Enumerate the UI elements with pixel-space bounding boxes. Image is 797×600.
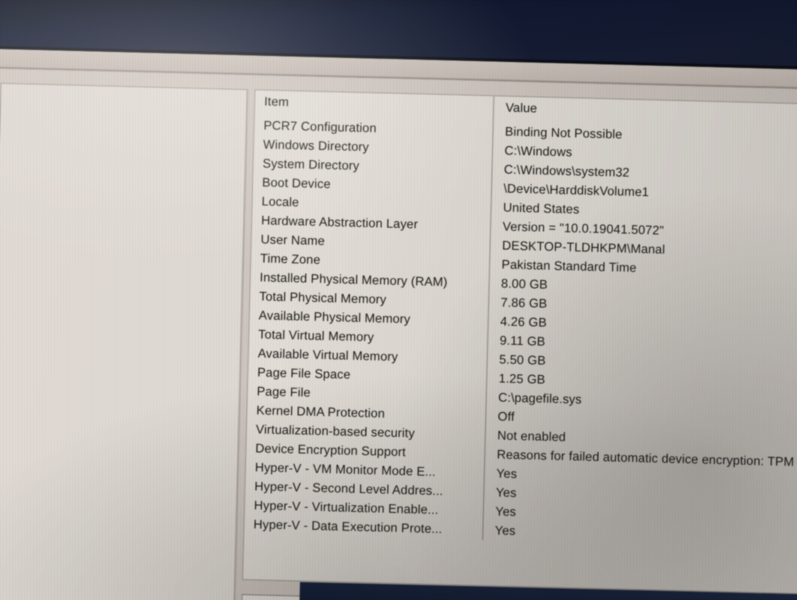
photo-of-screen: Item Value PCR7 Configuration Binding Not… <box>0 0 797 600</box>
table-body: PCR7 Configuration Binding Not Possible Wi… <box>244 116 797 550</box>
category-tree-panel[interactable] <box>0 82 249 600</box>
details-column: Item Value PCR7 Configuration Binding Not… <box>240 89 797 600</box>
system-details-table: Item Value PCR7 Configuration Binding Not… <box>244 90 797 550</box>
details-table-panel[interactable]: Item Value PCR7 Configuration Binding Not… <box>242 89 797 596</box>
system-information-window: Item Value PCR7 Configuration Binding Not… <box>0 67 797 600</box>
laptop-screen: Item Value PCR7 Configuration Binding Not… <box>0 26 797 600</box>
